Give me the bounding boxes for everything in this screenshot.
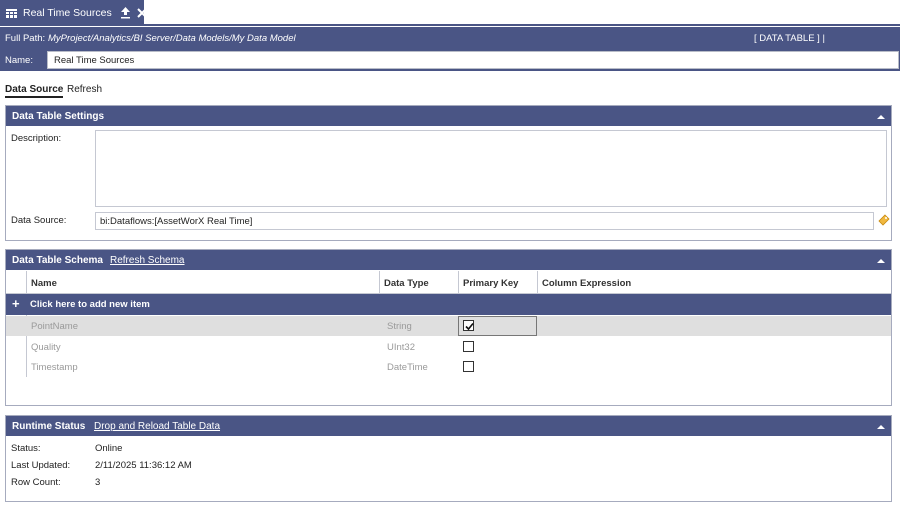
- primary-key-checkbox[interactable]: [463, 320, 474, 331]
- column-header-data-type[interactable]: Data Type: [379, 271, 458, 294]
- status-value: Online: [95, 443, 123, 454]
- tag-icon[interactable]: [878, 214, 890, 226]
- plus-icon: +: [12, 296, 20, 311]
- close-icon[interactable]: [136, 6, 147, 20]
- settings-title: Data Table Settings: [12, 111, 105, 122]
- row-count-label: Row Count:: [11, 477, 61, 488]
- add-new-item-label: Click here to add new item: [30, 299, 150, 310]
- tab-data-source[interactable]: Data Source: [5, 84, 64, 98]
- object-type-tag: [ DATA TABLE ] |: [754, 33, 825, 44]
- status-label: Status:: [11, 443, 41, 454]
- settings-header: Data Table Settings: [6, 106, 891, 126]
- column-header-column-expression[interactable]: Column Expression: [537, 271, 891, 294]
- primary-key-checkbox[interactable]: [463, 361, 474, 372]
- name-bar: Name: Real Time Sources: [0, 49, 900, 71]
- schema-grid-header: Name Data Type Primary Key Column Expres…: [6, 271, 891, 294]
- primary-key-checkbox[interactable]: [463, 341, 474, 352]
- runtime-header: Runtime Status Drop and Reload Table Dat…: [6, 416, 891, 436]
- add-new-item-row[interactable]: + Click here to add new item: [6, 294, 891, 315]
- schema-title: Data Table Schema: [12, 255, 103, 266]
- cell-data-type: String: [387, 321, 412, 332]
- table-row[interactable]: PointName String: [6, 316, 891, 336]
- cell-name: PointName: [31, 321, 78, 332]
- refresh-schema-link[interactable]: Refresh Schema: [110, 255, 184, 266]
- data-table-settings-panel: Data Table Settings Description: Data So…: [5, 105, 892, 241]
- cell-data-type: DateTime: [387, 362, 428, 373]
- data-source-field[interactable]: bi:Dataflows:[AssetWorX Real Time]: [95, 212, 874, 230]
- column-header-primary-key[interactable]: Primary Key: [458, 271, 537, 294]
- pin-icon[interactable]: [120, 6, 131, 20]
- cell-name: Timestamp: [31, 362, 78, 373]
- document-tab[interactable]: Real Time Sources: [0, 0, 147, 26]
- name-input[interactable]: Real Time Sources: [47, 51, 899, 69]
- full-path-label: Full Path:: [5, 33, 46, 44]
- schema-header: Data Table Schema Refresh Schema: [6, 250, 891, 270]
- full-path-value: MyProject/Analytics/BI Server/Data Model…: [48, 33, 296, 44]
- full-path-bar: Full Path: MyProject/Analytics/BI Server…: [0, 27, 900, 49]
- table-row[interactable]: Timestamp DateTime: [6, 357, 891, 377]
- collapse-icon[interactable]: [877, 422, 885, 430]
- data-source-label: Data Source:: [11, 215, 67, 226]
- runtime-status-panel: Runtime Status Drop and Reload Table Dat…: [5, 415, 892, 502]
- runtime-title: Runtime Status: [12, 421, 86, 432]
- drop-reload-link[interactable]: Drop and Reload Table Data: [94, 421, 220, 432]
- description-field[interactable]: [95, 130, 887, 207]
- name-label: Name:: [5, 55, 33, 66]
- table-row[interactable]: Quality UInt32: [6, 337, 891, 357]
- tab-title: Real Time Sources: [23, 7, 112, 19]
- table-icon: [6, 8, 17, 18]
- collapse-icon[interactable]: [877, 112, 885, 120]
- collapse-icon[interactable]: [877, 256, 885, 264]
- row-count-value: 3: [95, 477, 101, 488]
- document-tab-strip: Real Time Sources: [0, 0, 900, 26]
- column-header-name[interactable]: Name: [26, 271, 379, 294]
- data-table-schema-panel: Data Table Schema Refresh Schema Name Da…: [5, 249, 892, 406]
- description-label: Description:: [11, 133, 62, 144]
- last-updated-label: Last Updated:: [11, 460, 71, 471]
- cell-data-type: UInt32: [387, 342, 415, 353]
- last-updated-value: 2/11/2025 11:36:12 AM: [95, 460, 192, 471]
- cell-name: Quality: [31, 342, 61, 353]
- tab-refresh[interactable]: Refresh: [67, 84, 102, 95]
